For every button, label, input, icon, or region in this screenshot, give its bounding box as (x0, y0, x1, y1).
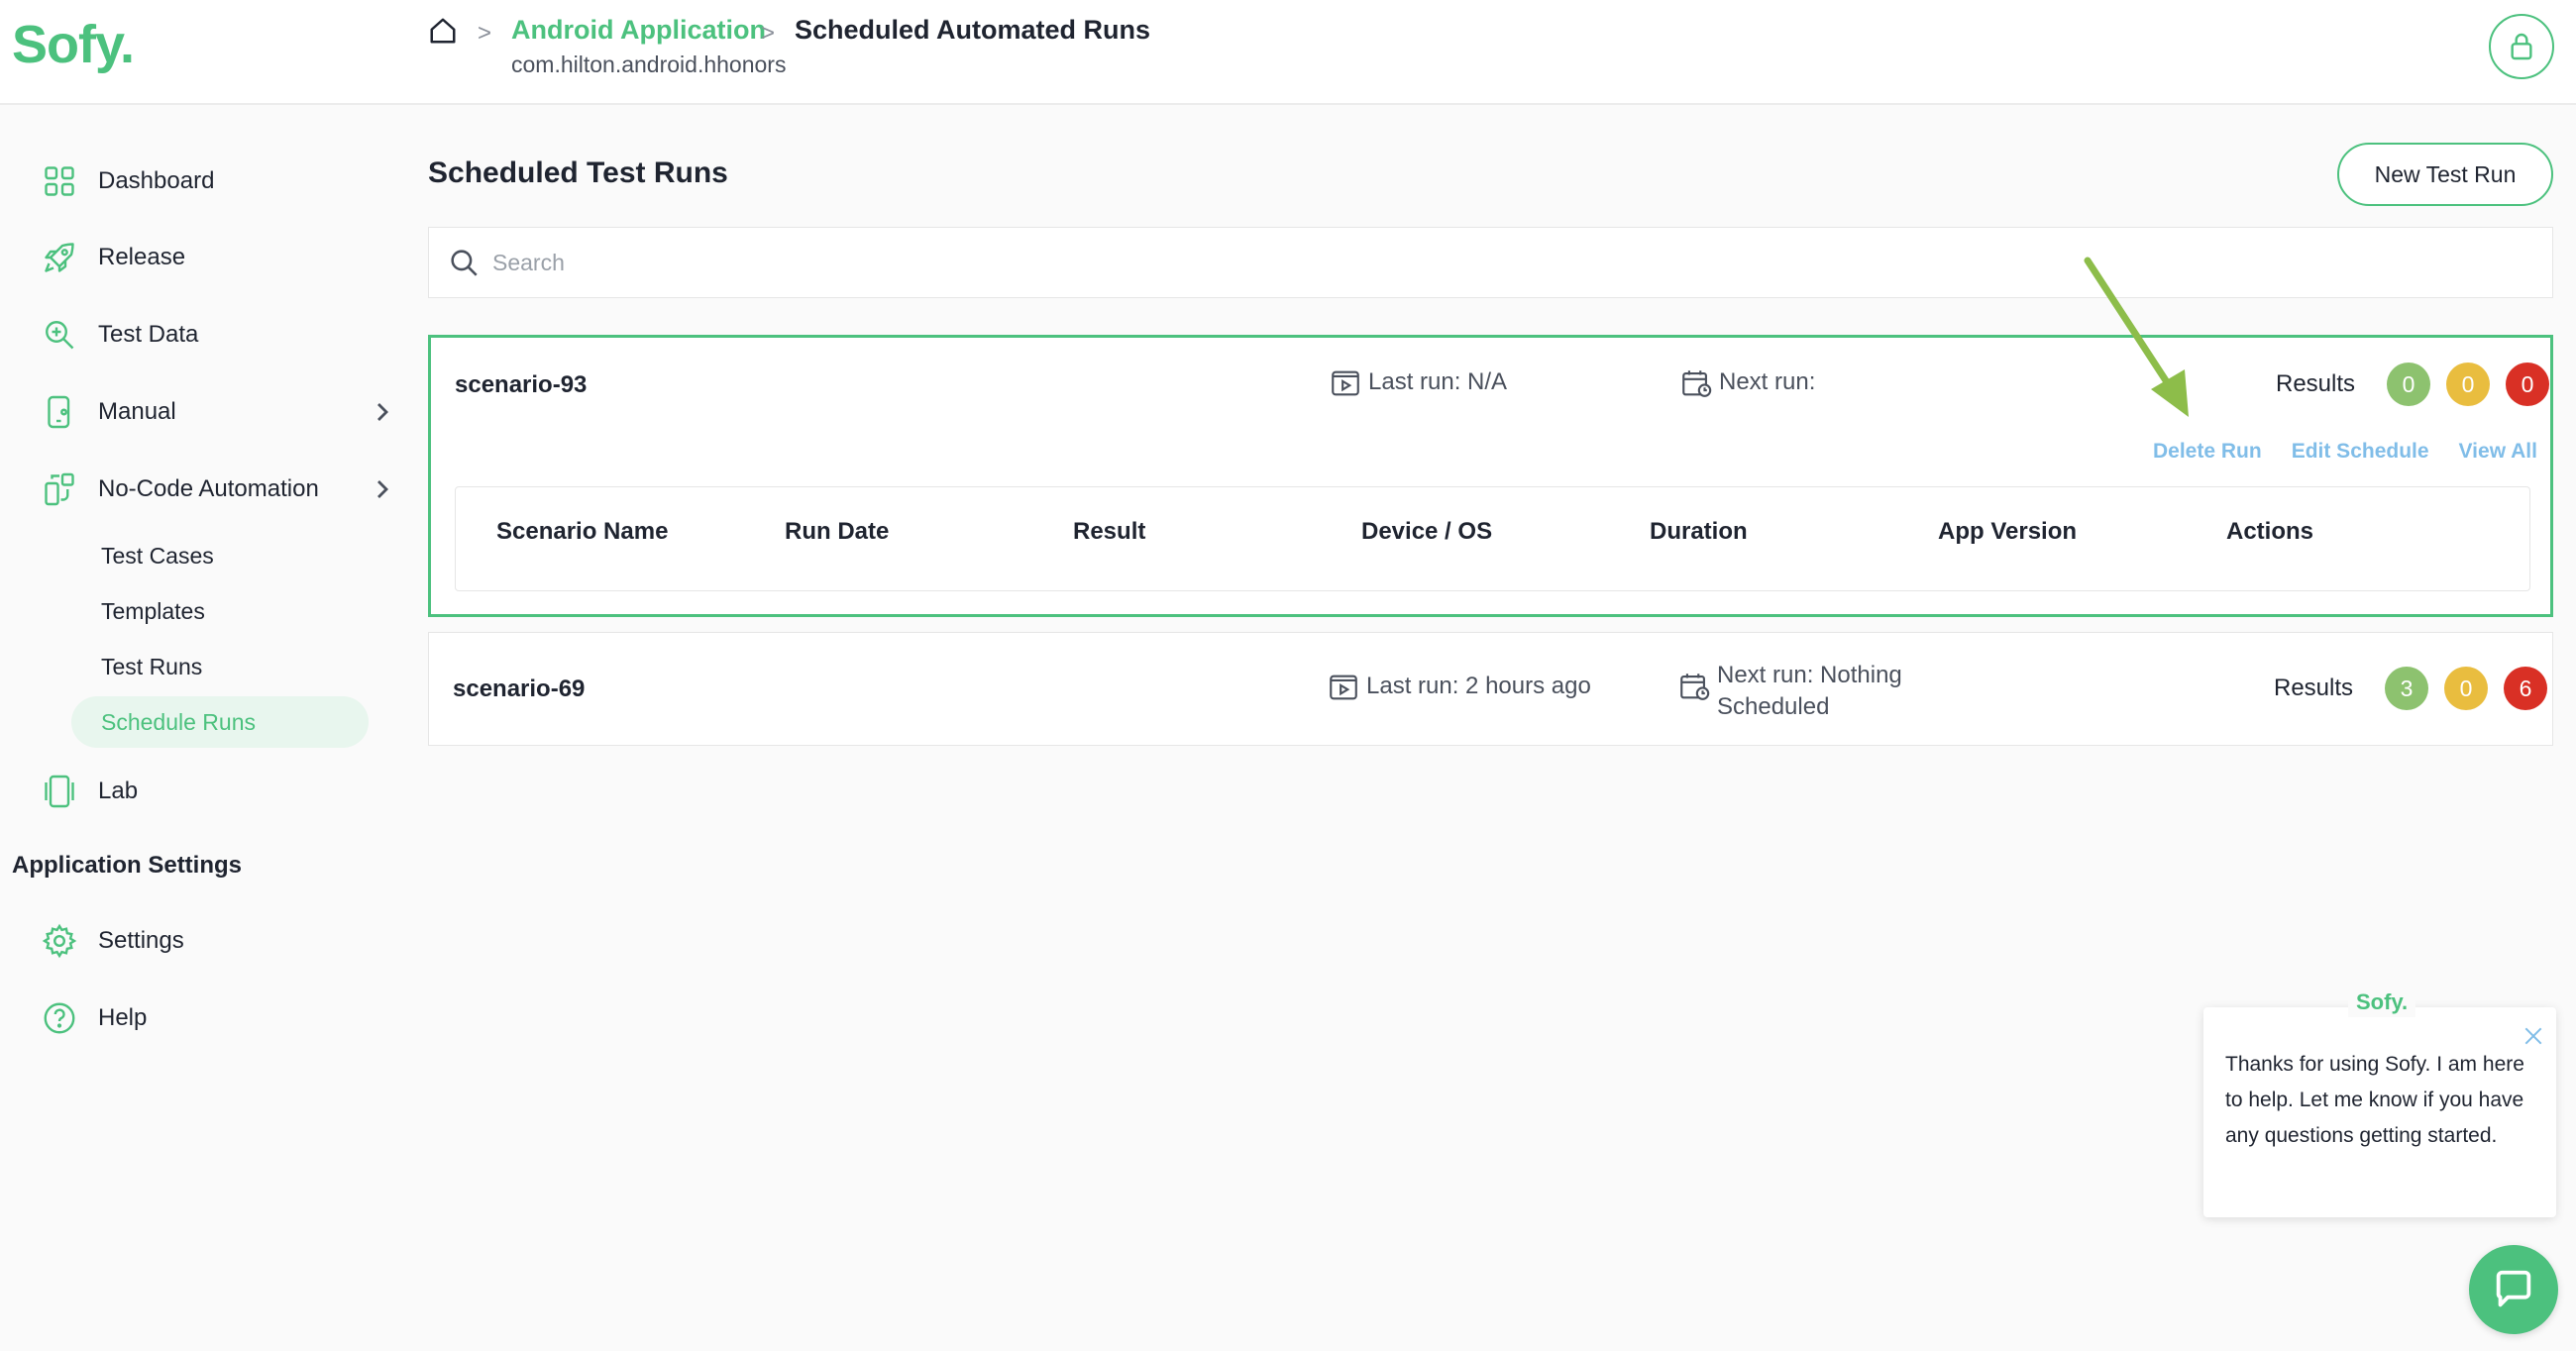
chat-launcher-button[interactable] (2469, 1245, 2558, 1334)
video-play-icon (1327, 671, 1360, 704)
dashboard-grid-icon (40, 161, 79, 201)
chat-brand-label: Sofy. (2348, 987, 2416, 1017)
chevron-right-icon (373, 477, 392, 501)
search-icon (447, 246, 481, 279)
column-header-run-date[interactable]: Run Date (785, 518, 889, 546)
automation-icon (40, 469, 79, 509)
results-summary: Results 0 0 0 (2276, 363, 2550, 406)
search-bar (428, 227, 2553, 298)
close-icon[interactable] (2522, 1025, 2544, 1047)
breadcrumb-app-link[interactable]: Android Application (511, 15, 766, 46)
calendar-clock-icon (1677, 670, 1711, 703)
last-run-text: Last run: N/A (1368, 368, 1508, 395)
new-test-run-button[interactable]: New Test Run (2337, 143, 2553, 206)
chevron-right-icon (373, 400, 392, 424)
sofy-logo[interactable]: Sofy. (12, 14, 135, 75)
next-run-info: Next run: (1679, 366, 1815, 400)
device-lab-icon (40, 772, 79, 811)
lock-avatar-icon (2511, 33, 2532, 60)
sidebar-item-lab[interactable]: Lab (40, 767, 396, 816)
chat-popup: Sofy. Thanks for using Sofy. I am here t… (2203, 987, 2556, 1217)
search-input[interactable] (492, 238, 2533, 287)
column-header-duration[interactable]: Duration (1650, 518, 1748, 546)
last-run-info: Last run: N/A (1329, 366, 1507, 400)
sidebar-subitem-test-cases[interactable]: Test Cases (71, 530, 369, 581)
page-title: Scheduled Test Runs (428, 156, 728, 189)
sidebar-item-test-data[interactable]: Test Data (40, 310, 396, 360)
sidebar-subitem-schedule-runs[interactable]: Schedule Runs (71, 696, 369, 748)
last-run-info: Last run: 2 hours ago (1327, 671, 1591, 704)
results-label: Results (2274, 675, 2354, 701)
failed-count-badge: 0 (2506, 363, 2550, 406)
annotation-arrow (2066, 253, 2204, 431)
next-run-text: Next run: (1719, 368, 1816, 395)
passed-count-badge: 0 (2387, 363, 2431, 406)
next-run-line-1: Next run: Nothing (1717, 662, 1902, 688)
edit-schedule-link[interactable]: Edit Schedule (2292, 440, 2429, 464)
help-icon (40, 998, 79, 1038)
home-icon[interactable] (428, 16, 458, 46)
app-package-name: com.hilton.android.hhonors (511, 52, 787, 77)
sidebar-item-no-code-automation[interactable]: No-Code Automation (40, 465, 396, 514)
user-avatar-button[interactable] (2489, 14, 2554, 79)
column-header-device-os[interactable]: Device / OS (1361, 518, 1492, 546)
breadcrumb-separator: > (761, 20, 776, 47)
warning-count-badge: 0 (2444, 667, 2489, 710)
scheduled-run-card[interactable]: scenario-69 Last run: 2 hours ago Next r… (428, 632, 2553, 746)
failed-count-badge: 6 (2504, 667, 2548, 710)
sidebar-item-label: Test Data (98, 321, 199, 348)
sidebar-item-help[interactable]: Help (40, 993, 396, 1043)
scenario-name: scenario-69 (453, 676, 586, 702)
sidebar-item-release[interactable]: Release (40, 233, 396, 282)
gear-icon (40, 921, 79, 961)
last-run-text: Last run: 2 hours ago (1366, 673, 1591, 699)
breadcrumb-separator: > (478, 20, 492, 47)
next-run-info: Next run: Nothing Scheduled (1677, 660, 1902, 723)
next-run-line-2: Scheduled (1717, 693, 1830, 720)
delete-run-link[interactable]: Delete Run (2153, 440, 2262, 464)
rocket-icon (40, 238, 79, 277)
scenario-name: scenario-93 (455, 371, 588, 398)
next-run-text: Next run: Nothing Scheduled (1717, 660, 1902, 723)
sidebar-subitem-templates[interactable]: Templates (71, 585, 369, 637)
sidebar-item-manual[interactable]: Manual (40, 387, 396, 437)
sidebar-item-label: Lab (98, 778, 139, 804)
sidebar-item-label: Dashboard (98, 167, 215, 194)
card-action-links: Delete Run Edit Schedule View All (2153, 440, 2537, 464)
sidebar-item-label: No-Code Automation (98, 475, 319, 502)
column-header-scenario-name[interactable]: Scenario Name (496, 518, 668, 546)
sidebar-item-label: Manual (98, 398, 176, 425)
column-header-app-version[interactable]: App Version (1938, 518, 2077, 546)
column-header-result[interactable]: Result (1073, 518, 1145, 546)
chat-message: Thanks for using Sofy. I am here to help… (2225, 1053, 2524, 1147)
chat-bubble-icon (2496, 1270, 2531, 1307)
sidebar-item-label: Help (98, 1004, 148, 1031)
results-summary: Results 3 0 6 (2274, 667, 2548, 710)
phone-touch-icon (40, 392, 79, 432)
scheduled-run-card[interactable]: scenario-93 Last run: N/A Next run: Resu… (428, 335, 2553, 617)
view-all-link[interactable]: View All (2459, 440, 2537, 464)
sidebar-item-label: Settings (98, 927, 184, 954)
results-label: Results (2276, 370, 2356, 397)
sidebar: Dashboard Release Test Data Manual No-Co… (0, 107, 396, 1351)
sidebar-item-settings[interactable]: Settings (40, 916, 396, 966)
sidebar-item-label: Release (98, 244, 186, 270)
video-play-icon (1329, 366, 1362, 400)
test-data-search-icon (40, 315, 79, 355)
column-header-actions[interactable]: Actions (2226, 518, 2313, 546)
passed-count-badge: 3 (2385, 667, 2429, 710)
runs-table: Scenario Name Run Date Result Device / O… (455, 486, 2530, 591)
warning-count-badge: 0 (2446, 363, 2491, 406)
sidebar-subitem-test-runs[interactable]: Test Runs (71, 641, 369, 692)
breadcrumb-current-page: Scheduled Automated Runs (795, 15, 1151, 45)
sidebar-item-dashboard[interactable]: Dashboard (40, 156, 396, 206)
calendar-clock-icon (1679, 366, 1713, 400)
top-bar: Sofy. > Android Application > Scheduled … (0, 0, 2576, 105)
application-settings-heading: Application Settings (12, 852, 243, 879)
